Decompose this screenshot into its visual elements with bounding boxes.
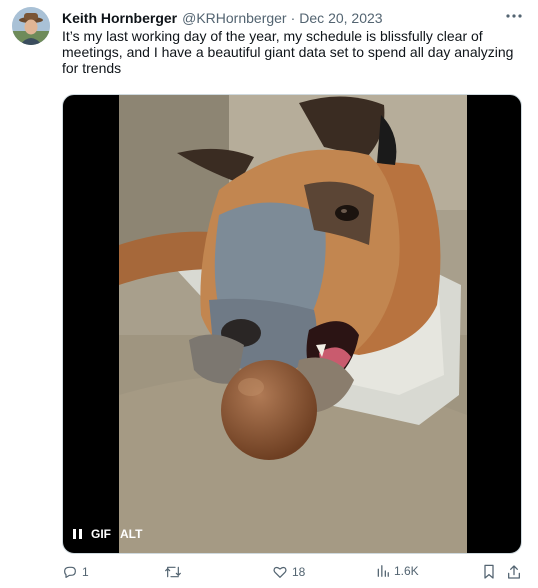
reply-icon <box>64 566 76 578</box>
avatar[interactable] <box>12 7 50 45</box>
more-icon[interactable] <box>502 6 526 26</box>
views-button[interactable]: 1.6K <box>376 564 419 578</box>
retweet-icon <box>165 566 181 578</box>
share-icon <box>508 565 520 579</box>
author-handle[interactable]: @KRHornberger <box>182 10 286 26</box>
gif-badge: GIF <box>91 527 111 541</box>
bookmark-button[interactable] <box>482 564 496 580</box>
views-chart-icon <box>377 565 389 577</box>
tweet-text: It’s my last working day of the year, my… <box>62 28 514 76</box>
view-count: 1.6K <box>394 564 419 578</box>
like-button[interactable]: 18 <box>272 564 305 580</box>
reply-button[interactable]: 1 <box>62 564 89 580</box>
avatar-image <box>12 7 50 45</box>
tweet-actions: 1 18 1.6K <box>62 564 522 584</box>
author-name[interactable]: Keith Hornberger <box>62 10 177 26</box>
reply-count: 1 <box>82 565 89 579</box>
tweet-card[interactable]: Keith Hornberger @KRHornberger · Dec 20,… <box>0 0 538 588</box>
dog-gif-frame <box>119 95 467 553</box>
share-button[interactable] <box>506 564 522 580</box>
pause-icon[interactable] <box>73 529 82 539</box>
media-controls: GIF ALT <box>73 527 142 541</box>
tweet-date[interactable]: Dec 20, 2023 <box>299 10 382 26</box>
tweet-media[interactable]: GIF ALT <box>62 94 522 554</box>
tweet-header: Keith Hornberger @KRHornberger · Dec 20,… <box>62 8 383 28</box>
retweet-button[interactable] <box>164 564 186 580</box>
heart-icon <box>273 566 287 578</box>
bookmark-icon <box>484 564 494 579</box>
like-count: 18 <box>292 565 306 579</box>
separator-dot: · <box>290 10 296 26</box>
alt-badge[interactable]: ALT <box>120 527 142 541</box>
